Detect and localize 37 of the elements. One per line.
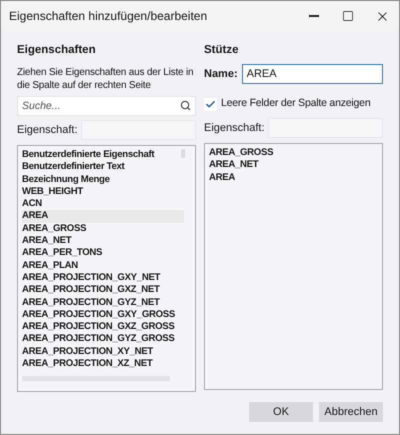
name-label: Name: bbox=[204, 66, 238, 82]
search-field[interactable]: Suche... bbox=[17, 96, 196, 116]
property-list-item[interactable]: AREA_PROJECTION_GXY_GROSS bbox=[22, 308, 184, 322]
property-list-item[interactable]: AREA_PROJECTION_XZ_NET bbox=[22, 358, 184, 370]
property-list-item[interactable]: AREA_GROSS bbox=[22, 222, 184, 236]
property-label: Eigenschaft: bbox=[17, 122, 78, 138]
property-list-item[interactable]: Bezeichnung Menge bbox=[22, 174, 184, 186]
minimize-icon bbox=[309, 15, 319, 17]
dialog-button[interactable]: Abbrechen bbox=[319, 402, 383, 422]
property-list-item[interactable]: AREA_PROJECTION_GYZ_GROSS bbox=[22, 333, 184, 346]
property-list-item[interactable]: ACN bbox=[22, 198, 184, 210]
property-list-item[interactable]: AREA_PROJECTION_GXZ_GROSS bbox=[22, 321, 184, 334]
section-heading: Stütze bbox=[204, 43, 240, 58]
instruction-text: Ziehen Sie Eigenschaften aus der Liste in die Spalte auf der rechten Seite bbox=[17, 66, 194, 92]
property-label: Eigenschaft: bbox=[204, 120, 265, 136]
property-list-item[interactable]: AREA_PROJECTION_GXZ_NET bbox=[22, 284, 184, 297]
property-list-item[interactable]: AREA_PLAN bbox=[22, 260, 184, 272]
column-list-item[interactable]: AREA_GROSS bbox=[209, 147, 274, 160]
name-field[interactable]: AREA bbox=[242, 64, 383, 84]
search-icon bbox=[180, 100, 191, 111]
column-list-item[interactable]: AREA bbox=[209, 172, 235, 184]
property-list-item[interactable]: Benutzerdefinierte Eigenschaft bbox=[22, 149, 184, 162]
property-list-item[interactable]: AREA_NET bbox=[22, 235, 184, 248]
property-list-item[interactable]: AREA_PER_TONS bbox=[22, 247, 184, 260]
property-list-item[interactable]: AREA_PROJECTION_GXY_NET bbox=[22, 272, 184, 284]
section-heading: Eigenschaften bbox=[17, 43, 97, 58]
property-list-item[interactable]: AREA_PROJECTION_GYZ_NET bbox=[22, 296, 184, 309]
property-list-item[interactable]: Benutzerdefinierter Text bbox=[22, 161, 184, 174]
maximize-icon bbox=[342, 10, 354, 22]
property-list-item[interactable]: WEB_HEIGHT bbox=[22, 186, 184, 198]
checkbox-label: Leere Felder der Spalte anzeigen bbox=[221, 96, 370, 112]
window-title: Eigenschaften hinzufügen/bearbeiten bbox=[9, 8, 208, 25]
checkbox[interactable] bbox=[204, 98, 217, 110]
property-list-item[interactable]: AREA_PROJECTION_XY_NET bbox=[22, 346, 184, 358]
dialog-button[interactable]: OK bbox=[249, 402, 313, 422]
column-list-item[interactable]: AREA_NET bbox=[209, 159, 258, 172]
property-list-item[interactable]: AREA bbox=[22, 210, 184, 223]
